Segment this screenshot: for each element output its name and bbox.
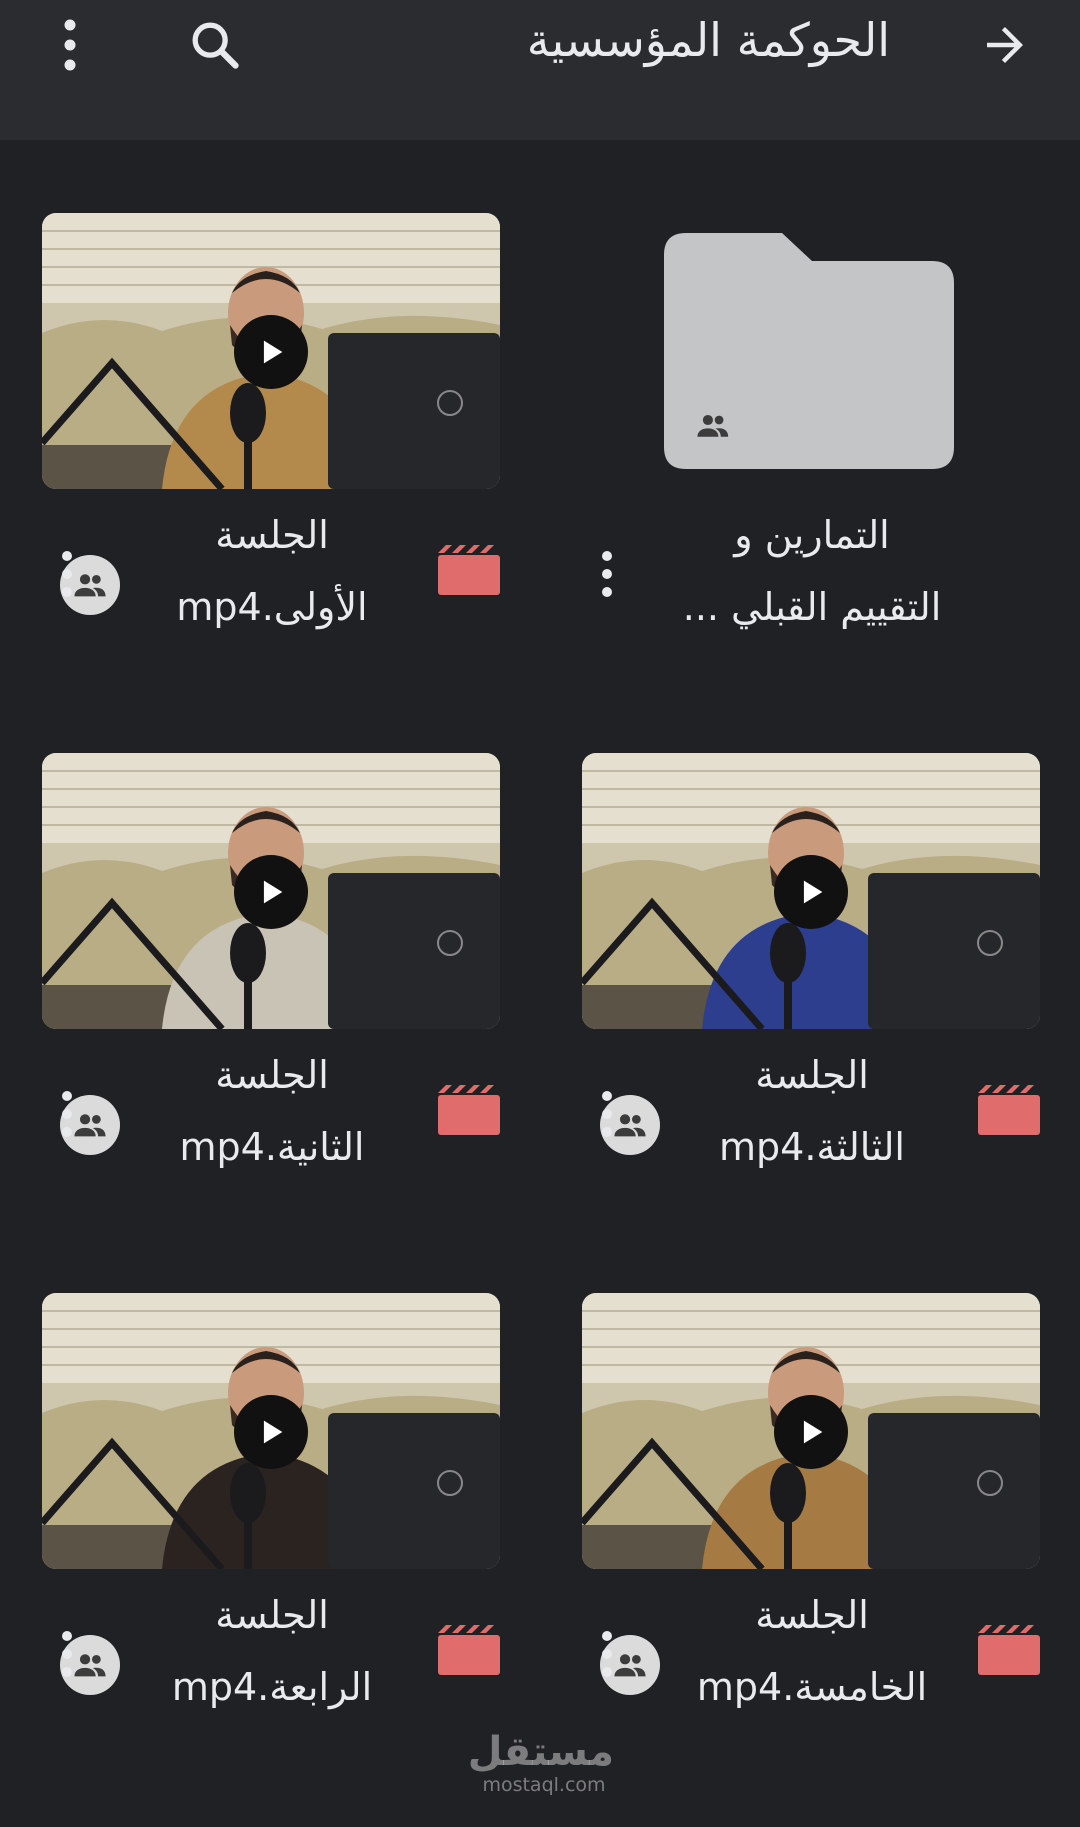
file-name-line-2: التقييم القبلي ...	[682, 585, 942, 629]
file-name-line-2: الثالثة.mp4	[718, 1125, 905, 1169]
video-file-icon	[978, 1085, 1040, 1135]
back-button[interactable]	[970, 10, 1040, 80]
more-vertical-icon	[64, 19, 76, 71]
file-name-line-2: الرابعة.mp4	[171, 1665, 373, 1709]
video-file-icon	[438, 1625, 500, 1675]
item-more-button[interactable]	[42, 529, 92, 619]
search-icon	[192, 22, 239, 69]
file-name-line-1: الجلسة	[755, 1053, 869, 1097]
item-more-button[interactable]	[42, 1069, 92, 1159]
video-item[interactable]: الجلسة الخامسة.mp4	[582, 1293, 1040, 1713]
video-file-icon	[978, 1625, 1040, 1675]
file-name: الجلسة الخامسة.mp4	[672, 1579, 952, 1719]
file-name: الجلسة الثانية.mp4	[132, 1039, 412, 1179]
watermark-logo: مستقل	[467, 1729, 614, 1775]
video-thumbnail	[42, 753, 500, 1029]
play-icon	[803, 880, 823, 904]
video-thumbnail	[582, 1293, 1040, 1569]
video-item[interactable]: الجلسة الثانية.mp4	[42, 753, 500, 1173]
folder-item[interactable]: التمارين و التقييم القبلي ...	[582, 213, 1040, 633]
arrow-right-icon	[987, 27, 1023, 63]
more-vertical-icon	[62, 1091, 72, 1137]
video-item[interactable]: الجلسة الرابعة.mp4	[42, 1293, 500, 1713]
video-file-icon	[438, 545, 500, 595]
file-name-line-2: الخامسة.mp4	[696, 1665, 928, 1709]
play-button[interactable]	[774, 855, 848, 929]
more-vertical-icon	[62, 551, 72, 597]
file-name-line-2: الثانية.mp4	[179, 1125, 365, 1169]
watermark-url: mostaql.com	[482, 1774, 606, 1796]
item-more-button[interactable]	[582, 529, 632, 619]
file-name-line-1: الجلسة	[215, 513, 329, 557]
folder-icon	[664, 233, 954, 469]
file-name-line-1: الجلسة	[215, 1593, 329, 1637]
play-button[interactable]	[234, 315, 308, 389]
folder-thumbnail	[582, 213, 1040, 489]
item-more-button[interactable]	[582, 1609, 632, 1699]
file-name: الجلسة الأولى.mp4	[132, 499, 412, 639]
file-name: الجلسة الرابعة.mp4	[132, 1579, 412, 1719]
play-icon	[263, 340, 283, 364]
app-bar: الحوكمة المؤسسية	[0, 0, 1080, 140]
play-button[interactable]	[774, 1395, 848, 1469]
video-file-icon	[438, 1085, 500, 1135]
video-item[interactable]: الجلسة الأولى.mp4	[42, 213, 500, 633]
file-name: التمارين و التقييم القبلي ...	[672, 499, 952, 639]
play-button[interactable]	[234, 855, 308, 929]
watermark: مستقل mostaql.com	[467, 1729, 614, 1796]
play-button[interactable]	[234, 1395, 308, 1469]
more-vertical-icon	[602, 1631, 612, 1677]
file-name-line-1: التمارين و	[734, 513, 890, 557]
file-name-line-2: الأولى.mp4	[176, 585, 368, 629]
search-button[interactable]	[180, 10, 250, 80]
play-icon	[263, 880, 283, 904]
video-item[interactable]: الجلسة الثالثة.mp4	[582, 753, 1040, 1173]
play-icon	[803, 1420, 823, 1444]
more-vertical-icon	[602, 1091, 612, 1137]
file-name-line-1: الجلسة	[755, 1593, 869, 1637]
video-thumbnail	[42, 213, 500, 489]
more-vertical-icon	[62, 1631, 72, 1677]
file-name: الجلسة الثالثة.mp4	[672, 1039, 952, 1179]
item-more-button[interactable]	[582, 1069, 632, 1159]
video-thumbnail	[582, 753, 1040, 1029]
play-icon	[263, 1420, 283, 1444]
more-vertical-icon	[602, 551, 612, 597]
more-options-button[interactable]	[40, 10, 100, 80]
file-name-line-1: الجلسة	[215, 1053, 329, 1097]
video-thumbnail	[42, 1293, 500, 1569]
item-more-button[interactable]	[42, 1609, 92, 1699]
page-title: الحوكمة المؤسسية	[526, 13, 890, 67]
